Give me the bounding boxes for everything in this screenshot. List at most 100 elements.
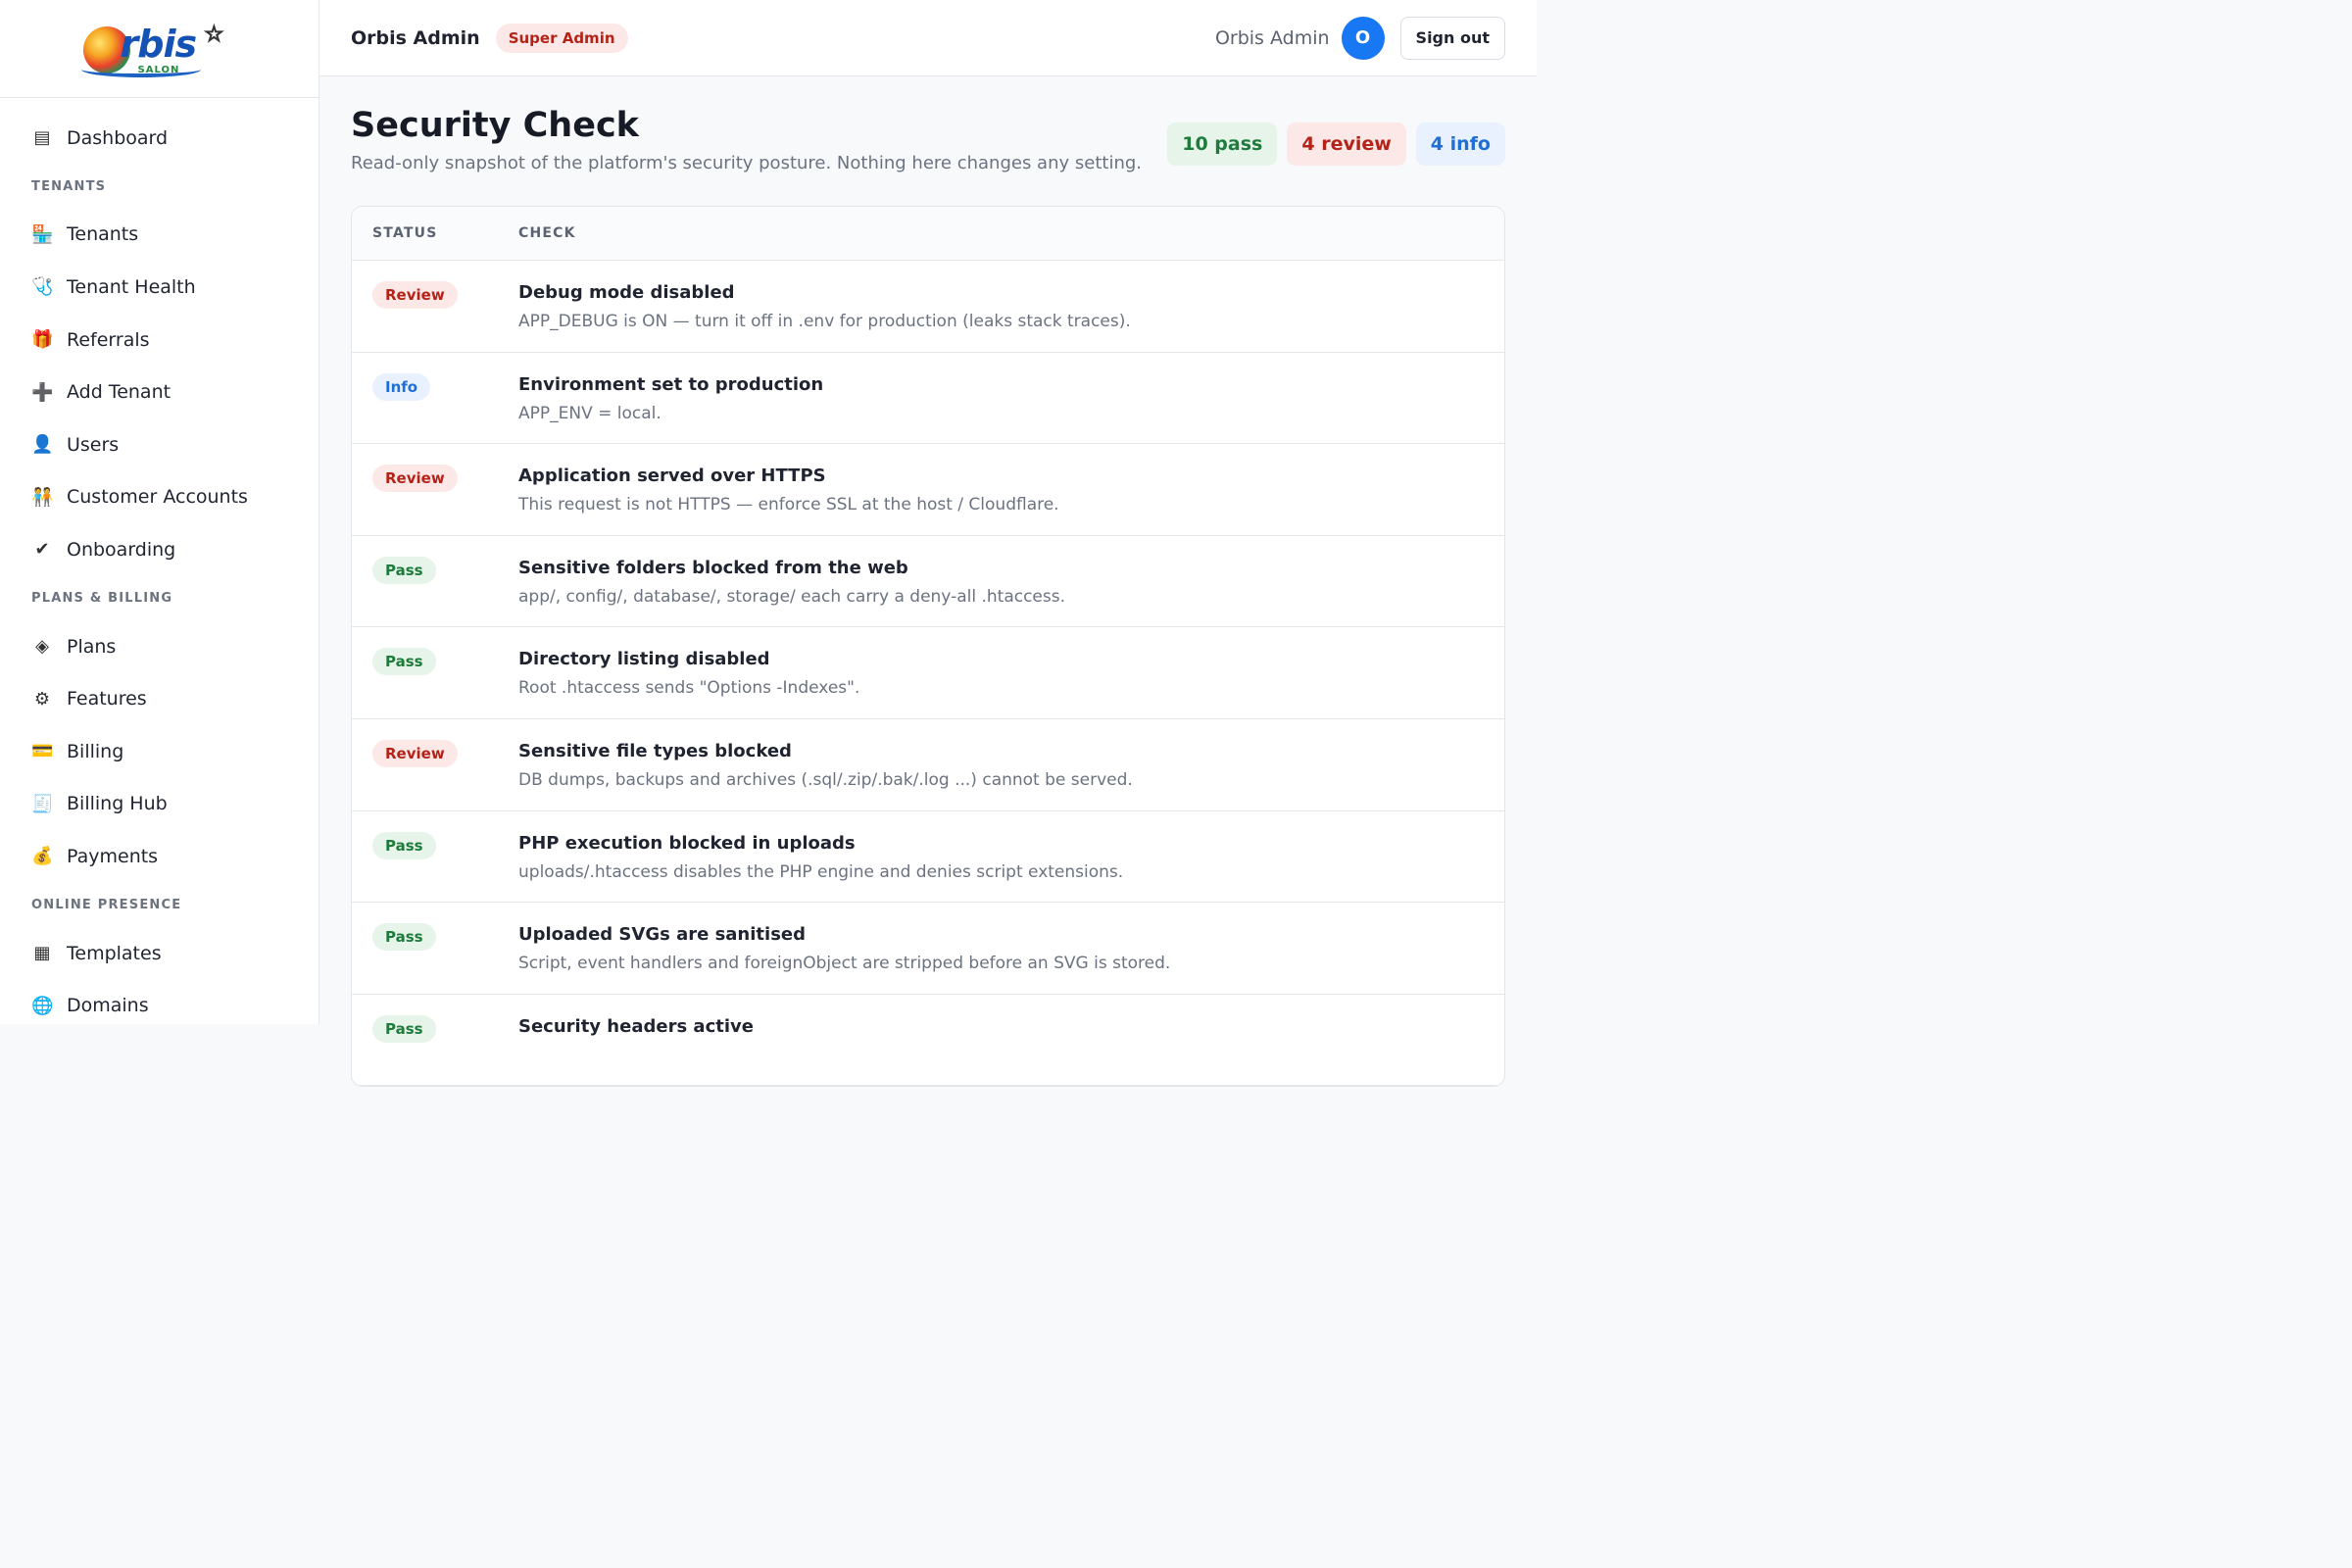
status-column-header: STATUS (372, 225, 438, 241)
receipt-icon: 🧾 (31, 793, 54, 814)
sidebar-item-label: Users (67, 433, 120, 456)
sidebar-item-users[interactable]: 👤 Users (0, 418, 318, 471)
check-description: APP_DEBUG is ON — turn it off in .env fo… (518, 312, 1131, 331)
check-cell: Application served over HTTPS This reques… (518, 444, 1504, 535)
status-cell: Pass (352, 995, 518, 1086)
sidebar-item-billing-hub[interactable]: 🧾 Billing Hub (0, 778, 318, 831)
check-column-header: CHECK (518, 225, 576, 241)
status-badge: Pass (372, 556, 436, 584)
credit-card-icon: 💳 (31, 741, 54, 762)
status-cell: Info (352, 353, 518, 444)
sidebar-item-onboarding[interactable]: ✔ Onboarding (0, 523, 318, 576)
sidebar-item-referrals[interactable]: 🎁 Referrals (0, 314, 318, 367)
orbis-salon-logo[interactable]: rbis SALON ☆ (80, 19, 238, 79)
sidebar-item-label: Payments (67, 845, 159, 867)
check-cell: Security headers active (518, 995, 1504, 1086)
status-badge: Review (372, 281, 458, 309)
status-badge: Info (372, 372, 431, 401)
gift-icon: 🎁 (31, 329, 54, 351)
status-cell: Pass (352, 536, 518, 627)
summary-pills: 10 pass 4 review 4 info (1167, 122, 1505, 166)
security-check-table: STATUS CHECK Review Debug mode disabled AP… (351, 206, 1505, 1088)
sidebar-item-add-tenant[interactable]: ➕ Add Tenant (0, 366, 318, 418)
store-icon: 🏪 (31, 223, 54, 245)
sidebar-item-payments[interactable]: 💰 Payments (0, 830, 318, 883)
check-description: app/, config/, database/, storage/ each … (518, 586, 1066, 607)
check-title: Sensitive file types blocked (518, 740, 792, 761)
role-badge: Super Admin (495, 23, 628, 53)
check-cell: PHP execution blocked in uploads uploads/… (518, 811, 1504, 903)
table-row: Pass Uploaded SVGs are sanitised Script, e… (352, 903, 1504, 995)
check-title: Directory listing disabled (518, 649, 770, 670)
check-cell: Debug mode disabled APP_DEBUG is ON — tur… (518, 261, 1504, 352)
table-row: Info Environment set to production APP_ENV… (352, 353, 1504, 445)
dashboard-icon: ▤ (33, 127, 51, 149)
people-icon: 🧑‍🤝‍🧑 (31, 486, 54, 508)
status-badge: Pass (372, 1014, 436, 1043)
sidebar-item-label: Billing (67, 740, 124, 762)
check-title: Security headers active (518, 1015, 754, 1037)
sign-out-button[interactable]: Sign out (1399, 16, 1505, 60)
sidebar-item-label: Customer Accounts (67, 486, 248, 509)
check-title: Debug mode disabled (518, 282, 735, 303)
sidebar-item-label: Dashboard (67, 126, 169, 149)
sidebar-item-dashboard[interactable]: ▤ Dashboard (0, 112, 318, 165)
check-title: Environment set to production (518, 373, 824, 395)
sidebar-item-plans[interactable]: ◈ Plans (0, 620, 318, 673)
checkmark-icon: ✔ (34, 539, 50, 561)
sidebar-item-label: Templates (67, 942, 162, 964)
table-row: Review Debug mode disabled APP_DEBUG is ON… (352, 261, 1504, 353)
sidebar-item-label: Onboarding (67, 538, 176, 561)
check-description: Script, event handlers and foreignObject… (518, 954, 1171, 974)
sidebar-item-label: Billing Hub (67, 793, 168, 815)
pass-count-pill: 10 pass (1167, 122, 1278, 166)
sidebar-item-billing[interactable]: 💳 Billing (0, 725, 318, 778)
status-badge: Pass (372, 923, 436, 952)
check-title: Uploaded SVGs are sanitised (518, 924, 807, 946)
sidebar-item-tenant-health[interactable]: 🩺 Tenant Health (0, 261, 318, 314)
logo-text: rbis (120, 22, 198, 66)
check-cell: Directory listing disabled Root .htaccess… (518, 627, 1504, 718)
avatar[interactable]: O (1341, 16, 1385, 60)
check-description: DB dumps, backups and archives (.sql/.zi… (518, 769, 1133, 790)
grid-icon: ▦ (33, 943, 51, 964)
check-title: Application served over HTTPS (518, 466, 826, 487)
sidebar-section-heading: PLANS & BILLING (31, 590, 173, 606)
sidebar-item-tenants[interactable]: 🏪 Tenants (0, 209, 318, 262)
status-badge: Pass (372, 831, 436, 859)
status-cell: Pass (352, 903, 518, 994)
table-row: Pass Security headers active (352, 995, 1504, 1087)
sidebar-section-heading: TENANTS (31, 178, 107, 194)
check-description: This request is not HTTPS — enforce SSL … (518, 495, 1059, 515)
sidebar-item-label: Plans (67, 635, 117, 658)
logo-subtext: SALON (137, 64, 180, 75)
sidebar-item-customer-accounts[interactable]: 🧑‍🤝‍🧑 Customer Accounts (0, 471, 318, 524)
check-cell: Sensitive file types blocked DB dumps, ba… (518, 719, 1504, 810)
check-title: Sensitive folders blocked from the web (518, 557, 908, 578)
sidebar-nav: ▤ Dashboard TENANTS 🏪 Tenants 🩺 Tenant Health 🎁… (0, 98, 318, 1024)
info-count-pill: 4 info (1415, 122, 1505, 166)
stethoscope-icon: 🩺 (31, 276, 54, 298)
topbar: Orbis Admin Super Admin Orbis Admin O Si… (319, 0, 1537, 76)
status-cell: Pass (352, 811, 518, 903)
sidebar-item-label: Referrals (67, 328, 150, 351)
check-description: uploads/.htaccess disables the PHP engin… (518, 861, 1124, 882)
app-title: Orbis Admin (351, 26, 480, 49)
status-cell: Review (352, 444, 518, 535)
sidebar-item-templates[interactable]: ▦ Templates (0, 927, 318, 980)
sidebar: rbis SALON ☆ ▤ Dashboard TENANTS 🏪 Tenants 🩺 T… (0, 0, 319, 1024)
star-icon: ☆ (204, 22, 224, 47)
sidebar-item-label: Tenants (67, 223, 139, 246)
gear-icon: ⚙ (33, 688, 51, 710)
sidebar-item-label: Tenant Health (67, 275, 196, 298)
sidebar-item-label: Domains (67, 995, 149, 1017)
sidebar-item-domains[interactable]: 🌐 Domains (0, 979, 318, 1024)
check-title: PHP execution blocked in uploads (518, 832, 856, 854)
diamond-icon: ◈ (35, 636, 49, 658)
sidebar-item-label: Add Tenant (67, 381, 172, 404)
page-header: Security Check Read-only snapshot of the… (351, 98, 1505, 206)
plus-icon: ➕ (31, 381, 54, 403)
sidebar-item-features[interactable]: ⚙ Features (0, 672, 318, 725)
logo-area: rbis SALON ☆ (0, 0, 318, 98)
check-cell: Uploaded SVGs are sanitised Script, event… (518, 903, 1504, 994)
